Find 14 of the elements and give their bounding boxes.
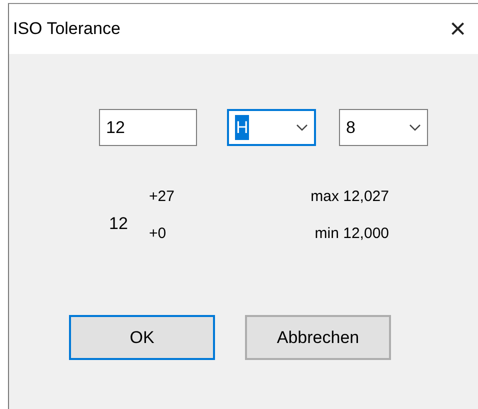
- nominal-size: 12: [109, 213, 129, 235]
- max-value: max 12,027: [310, 187, 389, 207]
- chevron-down-icon: [296, 124, 308, 131]
- close-button[interactable]: ×: [446, 15, 470, 43]
- dropdown[interactable]: 8: [339, 109, 428, 146]
- window-title: ISO Tolerance: [13, 18, 120, 40]
- chevron-down-icon: [409, 124, 421, 131]
- cancel-button[interactable]: Abbrechen: [245, 315, 391, 360]
- min-value: min 12,000: [314, 224, 389, 244]
- upper-deviation: +27: [149, 187, 176, 207]
- dropdown[interactable]: H: [227, 109, 316, 146]
- input-field[interactable]: 12: [99, 109, 197, 146]
- lower-deviation: +0: [149, 224, 168, 244]
- ok-button[interactable]: OK: [69, 315, 215, 360]
